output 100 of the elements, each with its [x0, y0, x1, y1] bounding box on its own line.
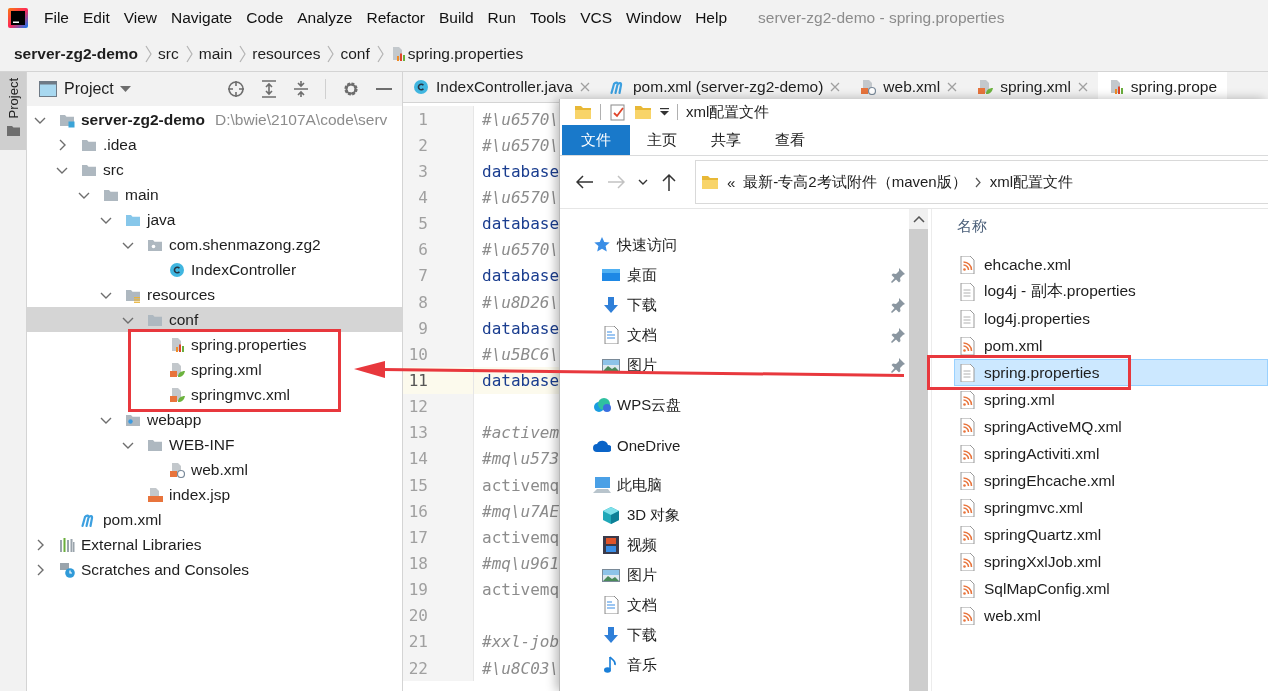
nav-item[interactable]: 文档	[560, 590, 909, 620]
tree-item[interactable]: spring.properties	[27, 332, 402, 357]
tree-item[interactable]: index.jsp	[27, 482, 402, 507]
tree-item[interactable]: pom.xml	[27, 507, 402, 532]
code-line: database	[481, 160, 559, 183]
nav-item[interactable]: 快速访问	[560, 230, 909, 260]
editor-tab[interactable]: IndexController.java	[403, 72, 600, 102]
tree-item[interactable]: spring.xml	[27, 357, 402, 382]
line-number: 12	[403, 393, 474, 420]
tree-item[interactable]: webapp	[27, 407, 402, 432]
nav-item[interactable]: 下载	[560, 290, 909, 320]
list-entry[interactable]: web.xml	[954, 602, 1268, 629]
line-number: 1	[403, 106, 474, 133]
breadcrumb-item[interactable]: resources	[252, 44, 321, 63]
ribbon-tab[interactable]: 主页	[630, 125, 694, 155]
list-entry[interactable]: SqlMapConfig.xml	[954, 575, 1268, 602]
list-entry[interactable]: springQuartz.xml	[954, 521, 1268, 548]
tree-item[interactable]: External Libraries	[27, 532, 402, 557]
ribbon-tab[interactable]: 查看	[758, 125, 822, 155]
menu-item[interactable]: Run	[480, 9, 523, 27]
list-entry[interactable]: springActiviti.xml	[954, 440, 1268, 467]
breadcrumb-item[interactable]: main	[198, 44, 233, 63]
editor-tab[interactable]: pom.xml (server-zg2-demo)	[600, 72, 851, 102]
list-entry[interactable]: spring.properties	[954, 359, 1268, 386]
tree-item[interactable]: resources	[27, 282, 402, 307]
list-entry[interactable]: pom.xml	[954, 332, 1268, 359]
line-number: 16	[403, 498, 474, 525]
tree-item[interactable]: src	[27, 157, 402, 182]
address-segment[interactable]: xml配置文件	[989, 172, 1074, 192]
menu-item[interactable]: File	[37, 9, 76, 27]
list-entry[interactable]: spring.xml	[954, 386, 1268, 413]
tree-item[interactable]: .idea	[27, 132, 402, 157]
tree-item[interactable]: springmvc.xml	[27, 382, 402, 407]
line-number: 15	[403, 471, 474, 499]
tree-item[interactable]: java	[27, 207, 402, 232]
tree-item[interactable]: web.xml	[27, 457, 402, 482]
list-entry[interactable]: ehcache.xml	[954, 251, 1268, 278]
menu-item[interactable]: Edit	[76, 9, 117, 27]
list-entry[interactable]: log4j - 副本.properties	[954, 278, 1268, 305]
nav-item[interactable]: WPS云盘	[560, 390, 909, 420]
tree-item[interactable]: main	[27, 182, 402, 207]
nav-item[interactable]: 下载	[560, 620, 909, 650]
nav-item[interactable]: 图片	[560, 350, 909, 380]
menu-item[interactable]: Window	[619, 9, 689, 27]
code-line: activemq	[481, 474, 559, 497]
code-line: activemq	[481, 579, 559, 602]
menu-item[interactable]: View	[116, 9, 165, 27]
tree-item[interactable]: IndexController	[27, 257, 402, 282]
window-title: xml配置文件	[686, 102, 770, 122]
tree-item[interactable]: server-zg2-demo D:\bwie\2107A\code\serv	[27, 107, 402, 132]
list-entry[interactable]: log4j.properties	[954, 305, 1268, 332]
editor-tab[interactable]: spring.prope	[1097, 72, 1228, 102]
ribbon-tab[interactable]: 共享	[694, 125, 758, 155]
code-line: #mq\u573	[481, 448, 559, 471]
menu-item[interactable]: Help	[688, 9, 735, 27]
list-entry[interactable]: springActiveMQ.xml	[954, 413, 1268, 440]
code-line: #xxl-job	[481, 631, 559, 654]
menu-item[interactable]: Build	[432, 9, 481, 27]
line-number: 5	[403, 210, 474, 237]
list-entry[interactable]: springXxlJob.xml	[954, 548, 1268, 575]
menu-item[interactable]: Navigate	[164, 9, 240, 27]
menu-item[interactable]: Analyze	[290, 9, 360, 27]
menu-item[interactable]: Refactor	[359, 9, 433, 27]
code-line: #\u6570\	[481, 239, 559, 262]
tree-item[interactable]: WEB-INF	[27, 432, 402, 457]
line-number: 6	[403, 236, 474, 263]
nav-item[interactable]: 图片	[560, 560, 909, 590]
nav-item[interactable]: 此电脑	[560, 470, 909, 500]
nav-item[interactable]: 视频	[560, 530, 909, 560]
line-number: 13	[403, 419, 474, 446]
menu-item[interactable]: Code	[239, 9, 291, 27]
list-entry[interactable]: springEhcache.xml	[954, 467, 1268, 494]
nav-item[interactable]: 音乐	[560, 650, 909, 680]
menu-item[interactable]: Tools	[522, 9, 574, 27]
address-bar[interactable]: « 最新-专高2考试附件（maven版） xml配置文件	[695, 160, 1268, 204]
code-line: #\u6570\	[481, 187, 559, 209]
address-segment[interactable]: 最新-专高2考试附件（maven版）	[743, 172, 967, 192]
nav-item[interactable]: 3D 对象	[560, 500, 909, 530]
code-line: database	[481, 213, 559, 236]
code-line: #\u8D26\	[481, 291, 559, 314]
line-number: 17	[403, 524, 474, 551]
breadcrumb-item[interactable]: conf	[340, 44, 370, 63]
breadcrumb-item[interactable]: server-zg2-demo	[14, 44, 139, 63]
code-line: #mq\u7AE	[481, 500, 559, 523]
line-number: 19	[403, 576, 474, 603]
nav-item[interactable]: 桌面	[560, 260, 909, 290]
list-entry[interactable]: springmvc.xml	[954, 494, 1268, 521]
menu-item[interactable]: VCS	[573, 9, 619, 27]
column-header[interactable]: 名称	[932, 213, 1268, 239]
tree-item[interactable]: com.shenmazong.zg2	[27, 232, 402, 257]
breadcrumb-item[interactable]: spring.properties	[389, 44, 524, 63]
nav-item[interactable]: 文档	[560, 320, 909, 350]
line-number: 20	[403, 602, 474, 629]
nav-item[interactable]: OneDrive	[560, 430, 909, 460]
ribbon-tab[interactable]: 文件	[562, 125, 630, 155]
tree-item[interactable]: conf	[27, 307, 402, 332]
tree-item[interactable]: Scratches and Consoles	[27, 557, 402, 582]
tool-window-tab[interactable]: Project	[0, 72, 26, 150]
breadcrumb-item[interactable]: src	[158, 44, 179, 63]
code-line: database	[481, 317, 559, 340]
